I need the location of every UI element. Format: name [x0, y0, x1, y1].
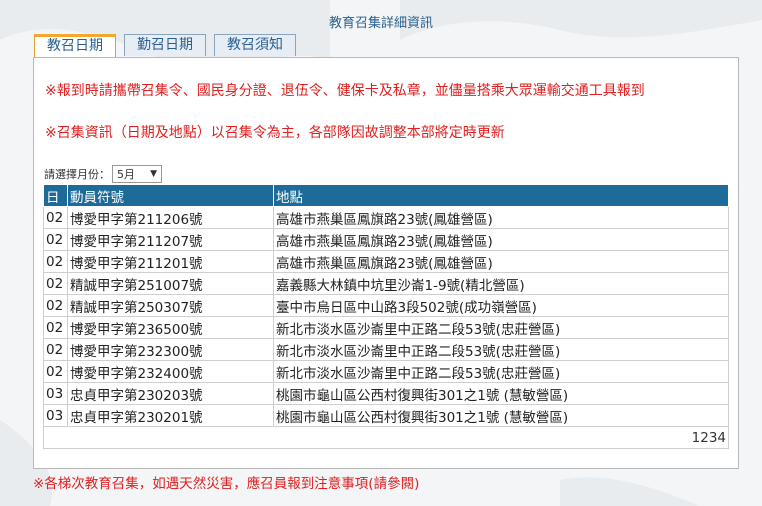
- cell-unit-code: 博愛甲字第211201號: [67, 250, 274, 273]
- month-filter-label: 請選擇月份：: [44, 168, 110, 181]
- cell-location: 嘉義縣大林鎮中坑里沙崙1-9號(精北營區): [273, 272, 729, 295]
- cell-day: 02: [43, 294, 68, 317]
- page-title: 教育召集詳細資訊: [328, 16, 433, 31]
- cell-location: 新北市淡水區沙崙里中正路二段53號(忠莊營區): [273, 338, 729, 361]
- dropdown-arrow-icon: ▼: [150, 169, 157, 179]
- schedule-table: 日 動員符號 地點 02 博愛甲字第211206號 高雄市燕巢區鳳旗路23號(鳳…: [43, 184, 729, 449]
- cell-unit-code: 博愛甲字第232300號: [67, 338, 274, 361]
- table-row: 02 博愛甲字第232400號 新北市淡水區沙崙里中正路二段53號(忠莊營區): [43, 360, 729, 383]
- cell-location: 高雄市燕巢區鳳旗路23號(鳳雄營區): [273, 228, 729, 251]
- cell-day: 02: [43, 250, 68, 273]
- cell-location: 桃園市龜山區公西村復興街301之1號 (慧敏營區): [273, 404, 729, 427]
- cell-unit-code: 博愛甲字第211206號: [67, 206, 274, 229]
- header-location: 地點: [273, 184, 729, 207]
- cell-day: 02: [43, 228, 68, 251]
- month-select-value: 5月: [117, 168, 135, 181]
- tab-instructions[interactable]: 教召須知: [214, 34, 296, 56]
- cell-day: 03: [43, 404, 68, 427]
- notice-schedule-update: ※召集資訊（日期及地點）以召集令為主，各部隊因故調整本部將定時更新: [45, 125, 505, 141]
- cell-unit-code: 博愛甲字第236500號: [67, 316, 274, 339]
- table-header-row: 日 動員符號 地點: [43, 184, 729, 207]
- notice-bring-documents: ※報到時請攜帶召集令、國民身分證、退伍令、健保卡及私章，並儘量搭乘大眾運輸交通工…: [45, 83, 645, 99]
- cell-location: 新北市淡水區沙崙里中正路二段53號(忠莊營區): [273, 360, 729, 383]
- month-select[interactable]: 5月 ▼: [112, 165, 162, 183]
- cell-location: 新北市淡水區沙崙里中正路二段53號(忠莊營區): [273, 316, 729, 339]
- table-row: 03 忠貞甲字第230201號 桃園市龜山區公西村復興街301之1號 (慧敏營區…: [43, 404, 729, 427]
- cell-unit-code: 精誠甲字第251007號: [67, 272, 274, 295]
- table-row: 02 博愛甲字第211207號 高雄市燕巢區鳳旗路23號(鳳雄營區): [43, 228, 729, 251]
- content-panel: ※報到時請攜帶召集令、國民身分證、退伍令、健保卡及私章，並儘量搭乘大眾運輸交通工…: [33, 57, 739, 469]
- cell-unit-code: 忠貞甲字第230203號: [67, 382, 274, 405]
- table-row: 02 博愛甲字第211206號 高雄市燕巢區鳳旗路23號(鳳雄營區): [43, 206, 729, 229]
- cell-location: 臺中市烏日區中山路3段502號(成功嶺營區): [273, 294, 729, 317]
- cell-location: 高雄市燕巢區鳳旗路23號(鳳雄營區): [273, 250, 729, 273]
- pager: 1234: [43, 426, 729, 449]
- cell-day: 02: [43, 360, 68, 383]
- cell-day: 02: [43, 316, 68, 339]
- table-row: 03 忠貞甲字第230203號 桃園市龜山區公西村復興街301之1號 (慧敏營區…: [43, 382, 729, 405]
- page-link-2[interactable]: 2: [700, 430, 709, 446]
- tab-training-dates[interactable]: 教召日期: [34, 34, 116, 57]
- month-filter: 請選擇月份： 5月 ▼: [44, 165, 162, 183]
- header-day: 日: [43, 184, 68, 207]
- table-row: 02 精誠甲字第250307號 臺中市烏日區中山路3段502號(成功嶺營區): [43, 294, 729, 317]
- cell-unit-code: 博愛甲字第211207號: [67, 228, 274, 251]
- page-link-1[interactable]: 1: [692, 430, 701, 446]
- cell-unit-code: 忠貞甲字第230201號: [67, 404, 274, 427]
- table-row: 02 博愛甲字第232300號 新北市淡水區沙崙里中正路二段53號(忠莊營區): [43, 338, 729, 361]
- cell-location: 桃園市龜山區公西村復興街301之1號 (慧敏營區): [273, 382, 729, 405]
- disaster-notice-link[interactable]: ※各梯次教育召集，如遇天然災害，應召員報到注意事項(請參閱): [33, 472, 419, 492]
- tab-duty-dates[interactable]: 勤召日期: [124, 34, 206, 56]
- header-unit-code: 動員符號: [67, 184, 274, 207]
- page-link-4[interactable]: 4: [717, 430, 726, 446]
- cell-day: 03: [43, 382, 68, 405]
- pager-row: 1234: [43, 426, 729, 449]
- cell-location: 高雄市燕巢區鳳旗路23號(鳳雄營區): [273, 206, 729, 229]
- table-row: 02 博愛甲字第211201號 高雄市燕巢區鳳旗路23號(鳳雄營區): [43, 250, 729, 273]
- cell-unit-code: 博愛甲字第232400號: [67, 360, 274, 383]
- table-row: 02 博愛甲字第236500號 新北市淡水區沙崙里中正路二段53號(忠莊營區): [43, 316, 729, 339]
- cell-day: 02: [43, 272, 68, 295]
- cell-unit-code: 精誠甲字第250307號: [67, 294, 274, 317]
- cell-day: 02: [43, 206, 68, 229]
- table-row: 02 精誠甲字第251007號 嘉義縣大林鎮中坑里沙崙1-9號(精北營區): [43, 272, 729, 295]
- cell-day: 02: [43, 338, 68, 361]
- tab-bar: 教召日期 勤召日期 教召須知: [34, 34, 304, 58]
